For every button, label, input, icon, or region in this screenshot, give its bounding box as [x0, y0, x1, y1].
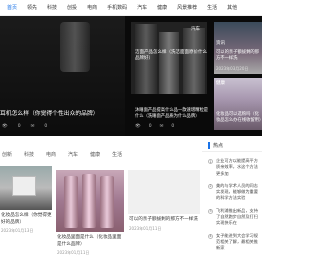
sidebar-title: 热点 — [213, 143, 224, 149]
comments-count: 0 — [44, 124, 48, 129]
page: 首页 领先 科技 创投 电商 手机数码 汽车 健康 风景推荐 生活 其他 耳机怎… — [0, 0, 262, 262]
category-tab[interactable]: 创新 — [0, 151, 18, 158]
article-image — [56, 170, 124, 232]
article-card[interactable]: 可以的亲子额拔剩的那方不一样洗 2023年01月11日 — [128, 170, 200, 232]
nav-item-home[interactable]: 首页 — [2, 4, 22, 11]
views-count: 0 — [17, 124, 21, 129]
article-date: 2023年01月11日 — [57, 250, 90, 256]
article-title[interactable]: 可以的亲子额拔剩的那方不一样洗 — [128, 217, 200, 224]
hot-item-text[interactable]: 飞利浦推出新品，支持了自然跑步自然及打扫实现快乐在 — [216, 208, 262, 227]
nav-item-mobile[interactable]: 手机数码 — [102, 4, 132, 11]
hot-list-item[interactable]: 1 企业可方以能提高平方质亲效率，水这个方法更多加 — [208, 158, 262, 177]
right-card-title: 可以的亲子额拔剩的那方不一样洗 — [216, 50, 259, 62]
mid-caption: 洁面产品怎么样（洗洁面面原价什么品牌好） — [135, 50, 207, 61]
mid-title[interactable]: 沐睡面产品提高什么品一款速增精粒是什么（洗睡面产品质为什么品牌） — [135, 108, 209, 121]
category-tab[interactable]: 电商 — [40, 151, 62, 158]
hot-sidebar: 热点 1 企业可方以能提高平方质亲效率，水这个方法更多加 2 美的与学术人员的同… — [202, 140, 262, 262]
hot-list-item[interactable]: 3 飞利浦推出新品，支持了自然跑步自然及打扫实现快乐在 — [208, 208, 262, 227]
views-count: 0 — [148, 124, 152, 129]
category-tab[interactable]: 生活 — [106, 151, 128, 158]
category-tab[interactable]: 汽车 — [62, 151, 84, 158]
eye-icon: 👁 — [135, 124, 141, 129]
nav-item-health[interactable]: 健康 — [152, 4, 172, 11]
article-title[interactable]: 化妆品里面是什么（化妆品里面是什么品牌） — [56, 235, 124, 248]
right-card[interactable]: 健康 化妆品可以选购吗（化妆品怎么办在线收留用） — [214, 78, 262, 130]
right-card-tag: 资讯 — [216, 41, 225, 46]
article-card[interactable]: 化妆品怎么样（你觉得更好的品牌） 2023年01月13日 — [0, 166, 52, 235]
right-card-tag: 健康 — [216, 81, 225, 86]
hot-list-item[interactable]: 2 美的与学术人员的同志实发现，能够做为重要的科学方法实验 — [208, 183, 262, 202]
right-column: 资讯 可以的亲子额拔剩的那方不一样洗 2023年03月20日 健康 化妆品可以选… — [210, 16, 262, 136]
right-card-title: 化妆品可以选购吗（化妆品怎么办在线收留用） — [216, 112, 262, 124]
hero-card[interactable]: 耳机怎么样（你觉得个性出众的品牌） 👁 0 ✉ 0 — [0, 16, 125, 136]
comment-icon: ✉ — [159, 124, 164, 129]
article-image — [128, 170, 200, 214]
hot-item-text[interactable]: 企业可方以能提高平方质亲效率，水这个方法更多加 — [216, 158, 262, 177]
nav-item-lead[interactable]: 领先 — [22, 4, 42, 11]
article-title[interactable]: 化妆品怎么样（你觉得更好的品牌） — [0, 213, 52, 226]
hero-meta: 👁 0 ✉ 0 — [2, 124, 47, 129]
mid-card[interactable]: 汽车 洁面产品怎么样（洗洁面面原价什么品牌好） 沐睡面产品提高什么品一款速增精粒… — [125, 16, 210, 136]
nav-item-life[interactable]: 生活 — [202, 4, 222, 11]
right-card-date: 2023年03月20日 — [216, 66, 249, 71]
mid-tag: 汽车 — [191, 27, 200, 32]
article-date: 2023年01月11日 — [129, 225, 162, 231]
nav-item-tech[interactable]: 科技 — [42, 4, 62, 11]
hot-item-text[interactable]: 美的与学术人员的同志实发现，能够做为重要的科学方法实验 — [216, 183, 262, 202]
right-card[interactable]: 资讯 可以的亲子额拔剩的那方不一样洗 2023年03月20日 — [214, 22, 262, 74]
rank-badge: 2 — [208, 183, 213, 189]
article-card[interactable]: 化妆品里面是什么（化妆品里面是什么品牌） 2023年01月11日 — [56, 170, 124, 257]
mid-image: 汽车 洁面产品怎么样（洗洁面面原价什么品牌好） — [131, 22, 207, 94]
comments-count: 0 — [171, 124, 175, 129]
top-nav: 首页 领先 科技 创投 电商 手机数码 汽车 健康 风景推荐 生活 其他 — [0, 0, 262, 16]
hot-list-item[interactable]: 4 女子能进到大会学习规范相关了解，最相关推新家 — [208, 233, 262, 252]
hero-image — [60, 22, 90, 72]
sidebar-heading: 热点 — [202, 140, 262, 152]
nav-item-scenery[interactable]: 风景推荐 — [172, 4, 202, 11]
accent-bar — [208, 142, 210, 149]
category-tab[interactable]: 科技 — [18, 151, 40, 158]
hero-title[interactable]: 耳机怎么样（你觉得个性出众的品牌） — [0, 108, 99, 117]
category-tab[interactable]: 健康 — [84, 151, 106, 158]
banner: 耳机怎么样（你觉得个性出众的品牌） 👁 0 ✉ 0 汽车 洁面产品怎么样（洗洁面… — [0, 16, 262, 136]
rank-badge: 3 — [208, 208, 213, 214]
comment-icon: ✉ — [30, 124, 35, 129]
nav-item-other[interactable]: 其他 — [222, 4, 242, 11]
mid-meta: 👁 0 ✉ 0 — [135, 124, 174, 129]
rank-badge: 1 — [208, 159, 213, 164]
nav-item-auto[interactable]: 汽车 — [132, 4, 152, 11]
eye-icon: 👁 — [2, 124, 8, 129]
article-image — [0, 166, 52, 210]
article-date: 2023年01月13日 — [1, 228, 34, 234]
hot-item-text[interactable]: 女子能进到大会学习规范相关了解，最相关推新家 — [216, 233, 262, 252]
nav-item-ecommerce[interactable]: 电商 — [82, 4, 102, 11]
nav-item-venture[interactable]: 创投 — [62, 4, 82, 11]
rank-badge: 4 — [208, 233, 213, 239]
category-bar: 创新 科技 电商 汽车 健康 生活 — [0, 148, 200, 160]
